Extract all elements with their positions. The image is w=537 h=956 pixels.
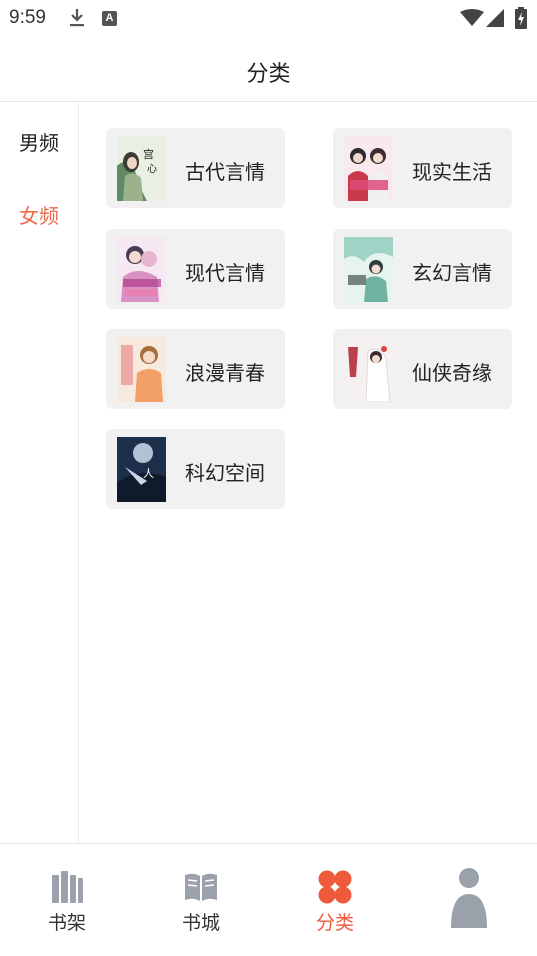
keyboard-a-icon: A <box>102 11 117 26</box>
category-label: 仙侠奇缘 <box>412 361 492 385</box>
page-title: 分类 <box>246 62 291 87</box>
category-card[interactable]: 人 科幻空间 <box>106 429 285 509</box>
category-label: 现代言情 <box>185 261 265 285</box>
category-card[interactable]: 宫 心 古代言情 <box>106 128 285 208</box>
status-bar: 9:59 A <box>0 0 537 36</box>
svg-text:宫: 宫 <box>143 147 154 161</box>
svg-text:心: 心 <box>147 163 157 175</box>
category-label: 现实生活 <box>412 160 492 184</box>
category-card[interactable]: 玄幻言情 <box>333 229 512 309</box>
category-card[interactable]: 现代言情 <box>106 229 285 309</box>
book-cover-icon <box>344 237 393 302</box>
category-card[interactable]: 仙侠奇缘 <box>333 329 512 409</box>
bottom-nav: 书架 书城 分类 <box>0 843 537 956</box>
open-book-icon <box>183 869 219 905</box>
book-cover-icon <box>344 337 393 402</box>
clover-icon <box>317 869 353 905</box>
nav-item-bookstore[interactable]: 书城 <box>134 844 268 956</box>
book-cover-icon <box>117 237 166 302</box>
bookshelf-icon <box>49 869 85 905</box>
nav-label: 书城 <box>181 912 220 934</box>
category-card[interactable]: 现实生活 <box>333 128 512 208</box>
sidebar-item-female[interactable]: 女频 <box>0 200 78 229</box>
category-label: 玄幻言情 <box>412 261 492 285</box>
nav-label: 书架 <box>47 912 86 934</box>
nav-label: 分类 <box>315 912 354 934</box>
category-label: 科幻空间 <box>185 461 265 485</box>
sidebar-item-male[interactable]: 男频 <box>0 127 78 156</box>
svg-text:人: 人 <box>143 467 154 480</box>
nav-item-categories[interactable]: 分类 <box>268 844 402 956</box>
category-card[interactable]: 浪漫青春 <box>106 329 285 409</box>
book-cover-icon: 宫 心 <box>117 136 166 201</box>
header: 分类 <box>0 36 537 102</box>
nav-item-profile[interactable] <box>402 844 536 956</box>
nav-item-bookshelf[interactable]: 书架 <box>0 844 134 956</box>
user-icon <box>451 868 487 928</box>
category-label: 古代言情 <box>185 160 265 184</box>
sidebar: 男频 女频 <box>0 103 79 843</box>
cell-signal-icon <box>486 9 504 31</box>
wifi-icon <box>460 9 484 31</box>
battery-charging-icon <box>515 7 527 33</box>
status-time: 9:59 <box>9 7 46 28</box>
download-icon <box>68 8 86 32</box>
book-cover-icon <box>117 337 166 402</box>
category-label: 浪漫青春 <box>185 361 265 385</box>
book-cover-icon: 人 <box>117 437 166 502</box>
book-cover-icon <box>344 136 393 201</box>
